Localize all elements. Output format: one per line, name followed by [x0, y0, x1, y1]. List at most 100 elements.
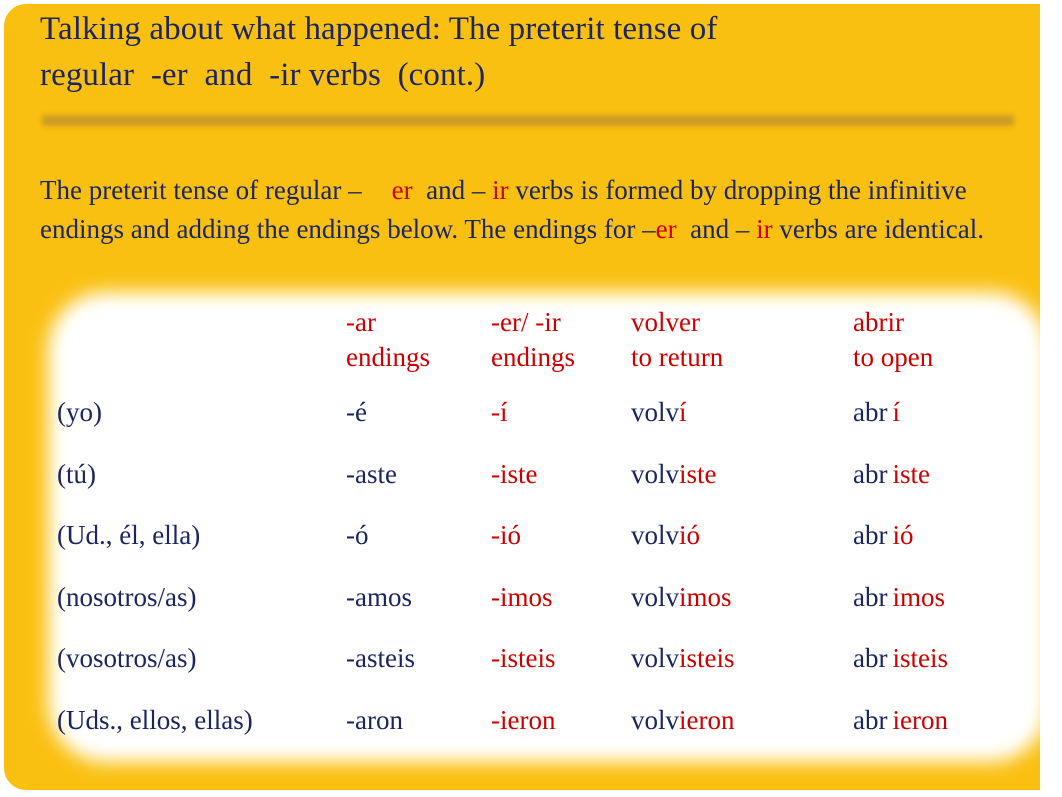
ar-ending: -é [346, 397, 367, 427]
erir-ending: -ieron [491, 704, 556, 735]
table-row: (Ud., él, ella) -ó -ió volvió abr ió [48, 514, 1048, 576]
abrir-stem: abr [853, 704, 888, 735]
cell-erir-ending: -isteis [491, 637, 631, 699]
abrir-stem: abr [853, 643, 888, 673]
cell-ar-ending: -aste [346, 453, 491, 515]
header-erir-endings: -er/ -ir endings [491, 292, 631, 391]
intro-ir-1: ir [492, 175, 509, 205]
table-header-row: -ar endings -er/ -ir endings volver to r… [48, 292, 1048, 391]
ar-ending: -aste [346, 458, 397, 489]
table-row: (nosotros/as) -amos -imos volvimos abr imos [48, 576, 1048, 638]
table-row: (yo) -é -í volví abr í [48, 391, 1048, 453]
slide-title: Talking about what happened: The preteri… [40, 6, 1000, 98]
intro-segment-1: The preterit tense of regular – [40, 175, 362, 205]
cell-ar-ending: -ó [346, 514, 491, 576]
cell-ar-ending: -asteis [346, 637, 491, 699]
pronoun-label: (yo) [57, 397, 102, 427]
header-ar-endings: -ar endings [346, 292, 491, 391]
ar-ending: -amos [346, 581, 412, 612]
cell-pronoun: (Uds., ellos, ellas) [48, 699, 346, 761]
header-ar-bottom: endings [346, 342, 430, 372]
volver-ending: í [679, 397, 687, 427]
header-abrir: abrir to open [853, 292, 1048, 391]
conjugation-table-wrapper: -ar endings -er/ -ir endings volver to r… [48, 292, 1048, 762]
cell-pronoun: (tú) [48, 453, 346, 515]
header-erir-bottom: endings [491, 342, 575, 372]
cell-erir-ending: -ieron [491, 699, 631, 761]
cell-ar-ending: -é [346, 391, 491, 453]
erir-ending: -iste [491, 458, 538, 489]
cell-volver-form: volví [631, 391, 853, 453]
intro-segment-10: verbs are identical. [779, 213, 985, 244]
volver-stem: volv [631, 581, 680, 612]
pronoun-label: (vosotros/as) [57, 643, 197, 673]
cell-pronoun: (vosotros/as) [48, 637, 346, 699]
cell-abrir-form: abr iste [853, 453, 1048, 515]
pronoun-label: (nosotros/as) [57, 581, 197, 612]
erir-ending: -í [491, 397, 508, 427]
header-volver-top: volver [631, 307, 700, 337]
erir-ending: -ió [491, 520, 521, 550]
title-divider-rule [42, 115, 1014, 126]
cell-volver-form: volvió [631, 514, 853, 576]
header-erir-top: -er/ -ir [491, 307, 561, 337]
abrir-stem: abr [853, 397, 888, 427]
table-row: (vosotros/as) -asteis -isteis volvisteis abr… [48, 637, 1048, 699]
cell-volver-form: volviste [631, 453, 853, 515]
cell-erir-ending: -ió [491, 514, 631, 576]
volver-stem: volv [631, 520, 680, 550]
intro-er-1: er [391, 175, 413, 205]
pronoun-label: (Uds., ellos, ellas) [57, 704, 253, 735]
abrir-stem: abr [853, 458, 888, 489]
cell-erir-ending: -iste [491, 453, 631, 515]
cell-erir-ending: -imos [491, 576, 631, 638]
ar-ending: -ó [346, 520, 369, 550]
volver-stem: volv [631, 458, 680, 489]
intro-er-2: er [655, 213, 677, 244]
cell-ar-ending: -aron [346, 699, 491, 761]
abrir-ending: iste [892, 458, 930, 489]
volver-stem: volv [631, 704, 680, 735]
intro-segment-8: and – [690, 213, 750, 244]
cell-volver-form: volvimos [631, 576, 853, 638]
table-row: (Uds., ellos, ellas) -aron -ieron volvieron… [48, 699, 1048, 761]
title-line-1: Talking about what happened: The preteri… [40, 11, 718, 47]
volver-ending: ió [679, 520, 701, 550]
cell-volver-form: volvieron [631, 699, 853, 761]
header-volver: volver to return [631, 292, 853, 391]
abrir-stem: abr [853, 520, 888, 550]
cell-pronoun: (Ud., él, ella) [48, 514, 346, 576]
intro-dash: – [642, 213, 656, 244]
abrir-ending: ió [892, 520, 914, 550]
abrir-stem: abr [853, 581, 888, 612]
volver-ending: imos [679, 581, 732, 612]
cell-pronoun: (nosotros/as) [48, 576, 346, 638]
header-abrir-bottom: to open [853, 342, 934, 372]
pronoun-label: (Ud., él, ella) [57, 520, 201, 550]
cell-abrir-form: abr ió [853, 514, 1048, 576]
cell-abrir-form: abr ieron [853, 699, 1048, 761]
cell-volver-form: volvisteis [631, 637, 853, 699]
cell-abrir-form: abr í [853, 391, 1048, 453]
header-ar-top: -ar [346, 307, 376, 337]
slide: Talking about what happened: The preteri… [0, 0, 1062, 797]
cell-pronoun: (yo) [48, 391, 346, 453]
pronoun-label: (tú) [57, 458, 96, 489]
volver-stem: volv [631, 643, 680, 673]
volver-ending: ieron [679, 704, 735, 735]
cell-abrir-form: abr isteis [853, 637, 1048, 699]
title-line-2: regular -er and -ir verbs (cont.) [40, 57, 486, 93]
intro-ir-2: ir [756, 213, 773, 244]
abrir-ending: isteis [892, 643, 948, 673]
erir-ending: -isteis [491, 643, 556, 673]
header-pronoun [48, 292, 346, 391]
volver-ending: isteis [679, 643, 735, 673]
intro-segment-3: and – [426, 175, 486, 205]
ar-ending: -aron [346, 704, 403, 735]
intro-paragraph: The preterit tense of regular – er and – … [40, 171, 1015, 248]
abrir-ending: imos [892, 581, 945, 612]
abrir-ending: ieron [892, 704, 948, 735]
cell-abrir-form: abr imos [853, 576, 1048, 638]
header-abrir-top: abrir [853, 307, 904, 337]
erir-ending: -imos [491, 581, 553, 612]
